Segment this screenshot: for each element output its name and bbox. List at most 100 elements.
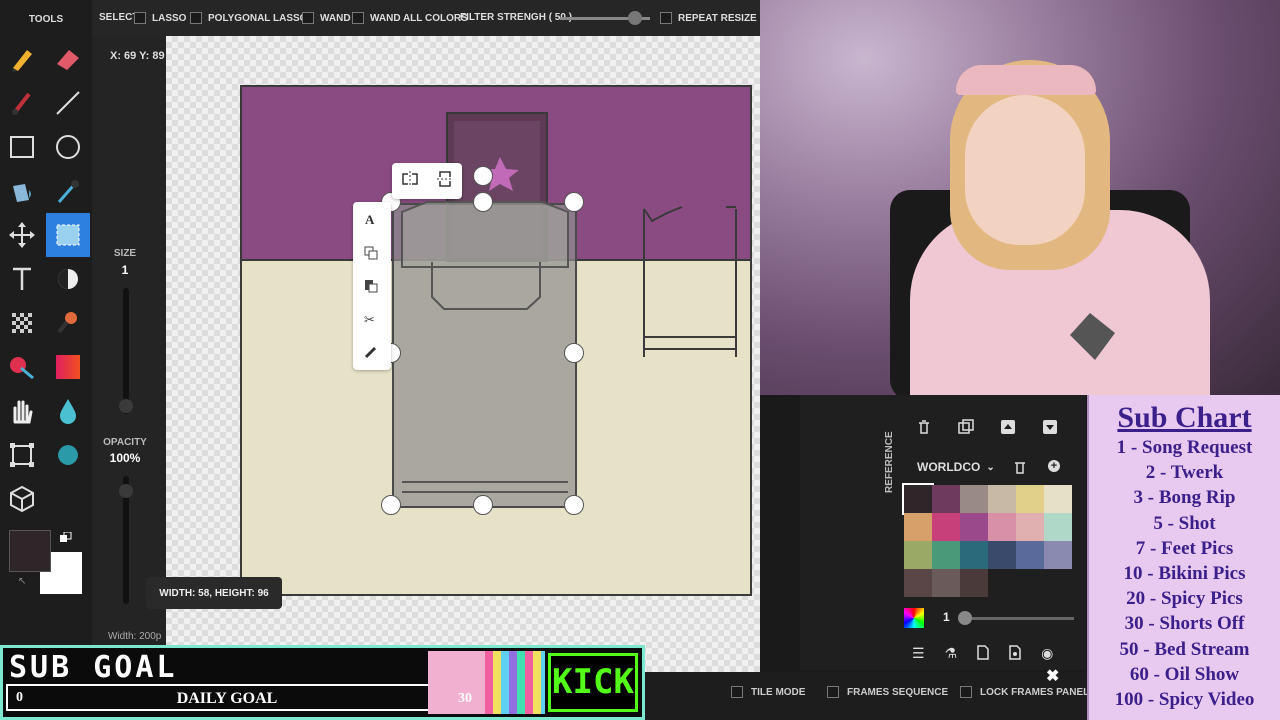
move-icon[interactable] <box>0 213 44 257</box>
palette-swatch[interactable] <box>904 541 932 569</box>
close-icon[interactable]: ✖ <box>1046 666 1059 686</box>
pencil-icon[interactable] <box>0 37 44 81</box>
lasso-checkbox[interactable] <box>134 12 146 24</box>
ellipse-icon[interactable] <box>46 125 90 169</box>
gradient-swatch-icon[interactable] <box>46 345 90 389</box>
lasso-option[interactable]: LASSO <box>134 12 186 24</box>
flip-horizontal-icon[interactable] <box>401 170 419 193</box>
swap-colors-icon[interactable] <box>60 531 72 543</box>
rectangle-icon[interactable] <box>0 125 44 169</box>
primary-color[interactable] <box>9 530 51 572</box>
wand-option[interactable]: WAND <box>302 12 351 24</box>
wand-checkbox[interactable] <box>302 12 314 24</box>
eyedropper-icon[interactable] <box>46 169 90 213</box>
opacity-slider-handle[interactable] <box>119 484 133 498</box>
frames-sequence-checkbox[interactable] <box>827 686 839 698</box>
palette-swatch[interactable] <box>1044 485 1072 513</box>
color-replace-icon[interactable] <box>0 345 44 389</box>
brush-icon[interactable] <box>0 81 44 125</box>
resize-handle-e[interactable] <box>564 343 584 363</box>
shade-icon[interactable] <box>46 257 90 301</box>
lock-frames-checkbox[interactable] <box>960 686 972 698</box>
flip-vertical-icon[interactable] <box>436 170 454 193</box>
palette-swatch[interactable] <box>960 485 988 513</box>
tile-mode-option[interactable]: TILE MODE <box>731 686 805 698</box>
resize-handle-sw[interactable] <box>381 495 401 515</box>
tile-mode-checkbox[interactable] <box>731 686 743 698</box>
frames-sequence-option[interactable]: FRAMES SEQUENCE <box>827 686 948 698</box>
palette-swatch[interactable] <box>1016 513 1044 541</box>
export-icon[interactable] <box>1009 645 1021 665</box>
color-picker-icon[interactable] <box>904 608 924 628</box>
palette-swatch[interactable] <box>988 513 1016 541</box>
reference-tab[interactable]: REFERENCE <box>880 395 902 605</box>
palette-swatch[interactable] <box>932 485 960 513</box>
resize-handle-n[interactable] <box>473 192 493 212</box>
palette-swatch[interactable] <box>1044 541 1072 569</box>
palette-selector[interactable]: WORLDCO ⌄ <box>917 460 995 474</box>
paste-icon[interactable] <box>364 279 378 298</box>
text-icon[interactable]: A <box>365 212 374 228</box>
delete-icon[interactable] <box>916 419 932 440</box>
repeat-resize-option[interactable]: REPEAT RESIZE <box>660 12 757 24</box>
droplet-icon[interactable] <box>46 389 90 433</box>
palette-swatch[interactable] <box>904 513 932 541</box>
selection-context-menu: A ✂ <box>353 202 391 370</box>
cube-icon[interactable] <box>0 477 44 521</box>
move-down-icon[interactable] <box>1042 419 1058 440</box>
resize-handle-ne[interactable] <box>564 192 584 212</box>
palette-swatch[interactable] <box>904 569 932 597</box>
line-icon[interactable] <box>46 81 90 125</box>
size-slider-handle[interactable] <box>119 399 133 413</box>
settings-icon[interactable]: ◉ <box>1041 645 1053 665</box>
hand-icon[interactable] <box>0 389 44 433</box>
palette-swatch[interactable] <box>932 569 960 597</box>
polygonal-lasso-option[interactable]: POLYGONAL LASSO <box>190 12 307 24</box>
pixel-art-canvas[interactable] <box>240 85 752 596</box>
lock-frames-option[interactable]: LOCK FRAMES PANEL <box>960 686 1089 698</box>
palette-swatch[interactable] <box>988 485 1016 513</box>
selection-icon[interactable] <box>46 213 90 257</box>
blob-icon[interactable] <box>46 433 90 477</box>
palette-swatch[interactable] <box>1016 541 1044 569</box>
selection-toolbar: SELECT: LASSO POLYGONAL LASSO WAND WAND … <box>92 0 760 36</box>
layer-slider[interactable] <box>960 617 1074 620</box>
move-up-icon[interactable] <box>1000 419 1016 440</box>
layer-slider-handle[interactable] <box>958 611 972 625</box>
palette-swatch[interactable] <box>960 541 988 569</box>
duplicate-icon[interactable] <box>958 419 974 440</box>
text-icon[interactable] <box>0 257 44 301</box>
resize-handle-s[interactable] <box>473 495 493 515</box>
rotate-handle[interactable] <box>473 166 493 186</box>
eraser-icon[interactable] <box>46 37 90 81</box>
palette-swatch[interactable] <box>902 483 934 515</box>
add-color-icon[interactable]: + <box>1048 460 1060 472</box>
repeat-resize-checkbox[interactable] <box>660 12 672 24</box>
list-icon[interactable]: ☰ <box>912 645 925 665</box>
filter-strength-handle[interactable] <box>627 11 642 25</box>
file-icon[interactable] <box>977 645 989 665</box>
copy-icon[interactable] <box>364 246 378 265</box>
palette-swatch[interactable] <box>1016 485 1044 513</box>
reference-tab-label: REFERENCE <box>884 431 895 493</box>
palette-swatch[interactable] <box>1044 513 1072 541</box>
bucket-icon[interactable] <box>0 169 44 213</box>
reset-colors-icon[interactable]: ↖ <box>18 576 30 588</box>
palette-swatch[interactable] <box>932 513 960 541</box>
wand-all-colors-checkbox[interactable] <box>352 12 364 24</box>
palette-swatch[interactable] <box>960 513 988 541</box>
palette-swatch[interactable] <box>988 541 1016 569</box>
palette-swatch[interactable] <box>932 541 960 569</box>
wand-all-colors-option[interactable]: WAND ALL COLORS <box>352 12 468 24</box>
delete-palette-icon[interactable] <box>1014 460 1026 479</box>
size-slider[interactable] <box>123 288 129 414</box>
resize-handle-se[interactable] <box>564 495 584 515</box>
dither-icon[interactable] <box>0 301 44 345</box>
cut-icon[interactable]: ✂ <box>364 312 375 328</box>
crop-icon[interactable] <box>0 433 44 477</box>
palette-swatch[interactable] <box>960 569 988 597</box>
flask-icon[interactable]: ⚗ <box>945 645 958 665</box>
polygonal-lasso-checkbox[interactable] <box>190 12 202 24</box>
stamp-icon[interactable] <box>46 301 90 345</box>
brush-icon[interactable] <box>364 345 378 364</box>
